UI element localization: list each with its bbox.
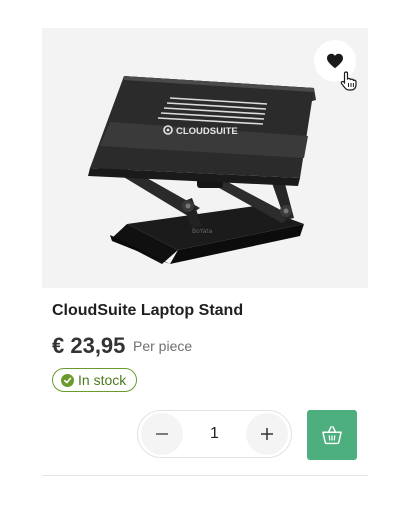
- add-to-cart-button[interactable]: [307, 410, 357, 460]
- increase-button[interactable]: [246, 413, 288, 455]
- product-price: € 23,95: [52, 333, 126, 358]
- basket-icon: [322, 426, 342, 445]
- minus-icon: [156, 433, 168, 435]
- heart-icon: [327, 53, 343, 69]
- decrease-button[interactable]: [141, 413, 183, 455]
- price-unit: Per piece: [133, 338, 193, 354]
- stock-label: In stock: [78, 372, 127, 388]
- product-image[interactable]: BoYata CLOUDSUITE: [42, 28, 368, 288]
- hand-pointer-icon: [340, 71, 357, 91]
- divider: [42, 475, 368, 476]
- plus-icon: [261, 428, 273, 440]
- product-title[interactable]: CloudSuite Laptop Stand: [52, 302, 243, 320]
- quantity-value[interactable]: 1: [188, 425, 241, 443]
- image-brand-text: CLOUDSUITE: [176, 126, 238, 137]
- svg-text:BoYata: BoYata: [192, 228, 213, 235]
- stock-badge: In stock: [52, 368, 138, 392]
- quantity-stepper: 1: [137, 410, 292, 458]
- check-circle-icon: [61, 373, 74, 387]
